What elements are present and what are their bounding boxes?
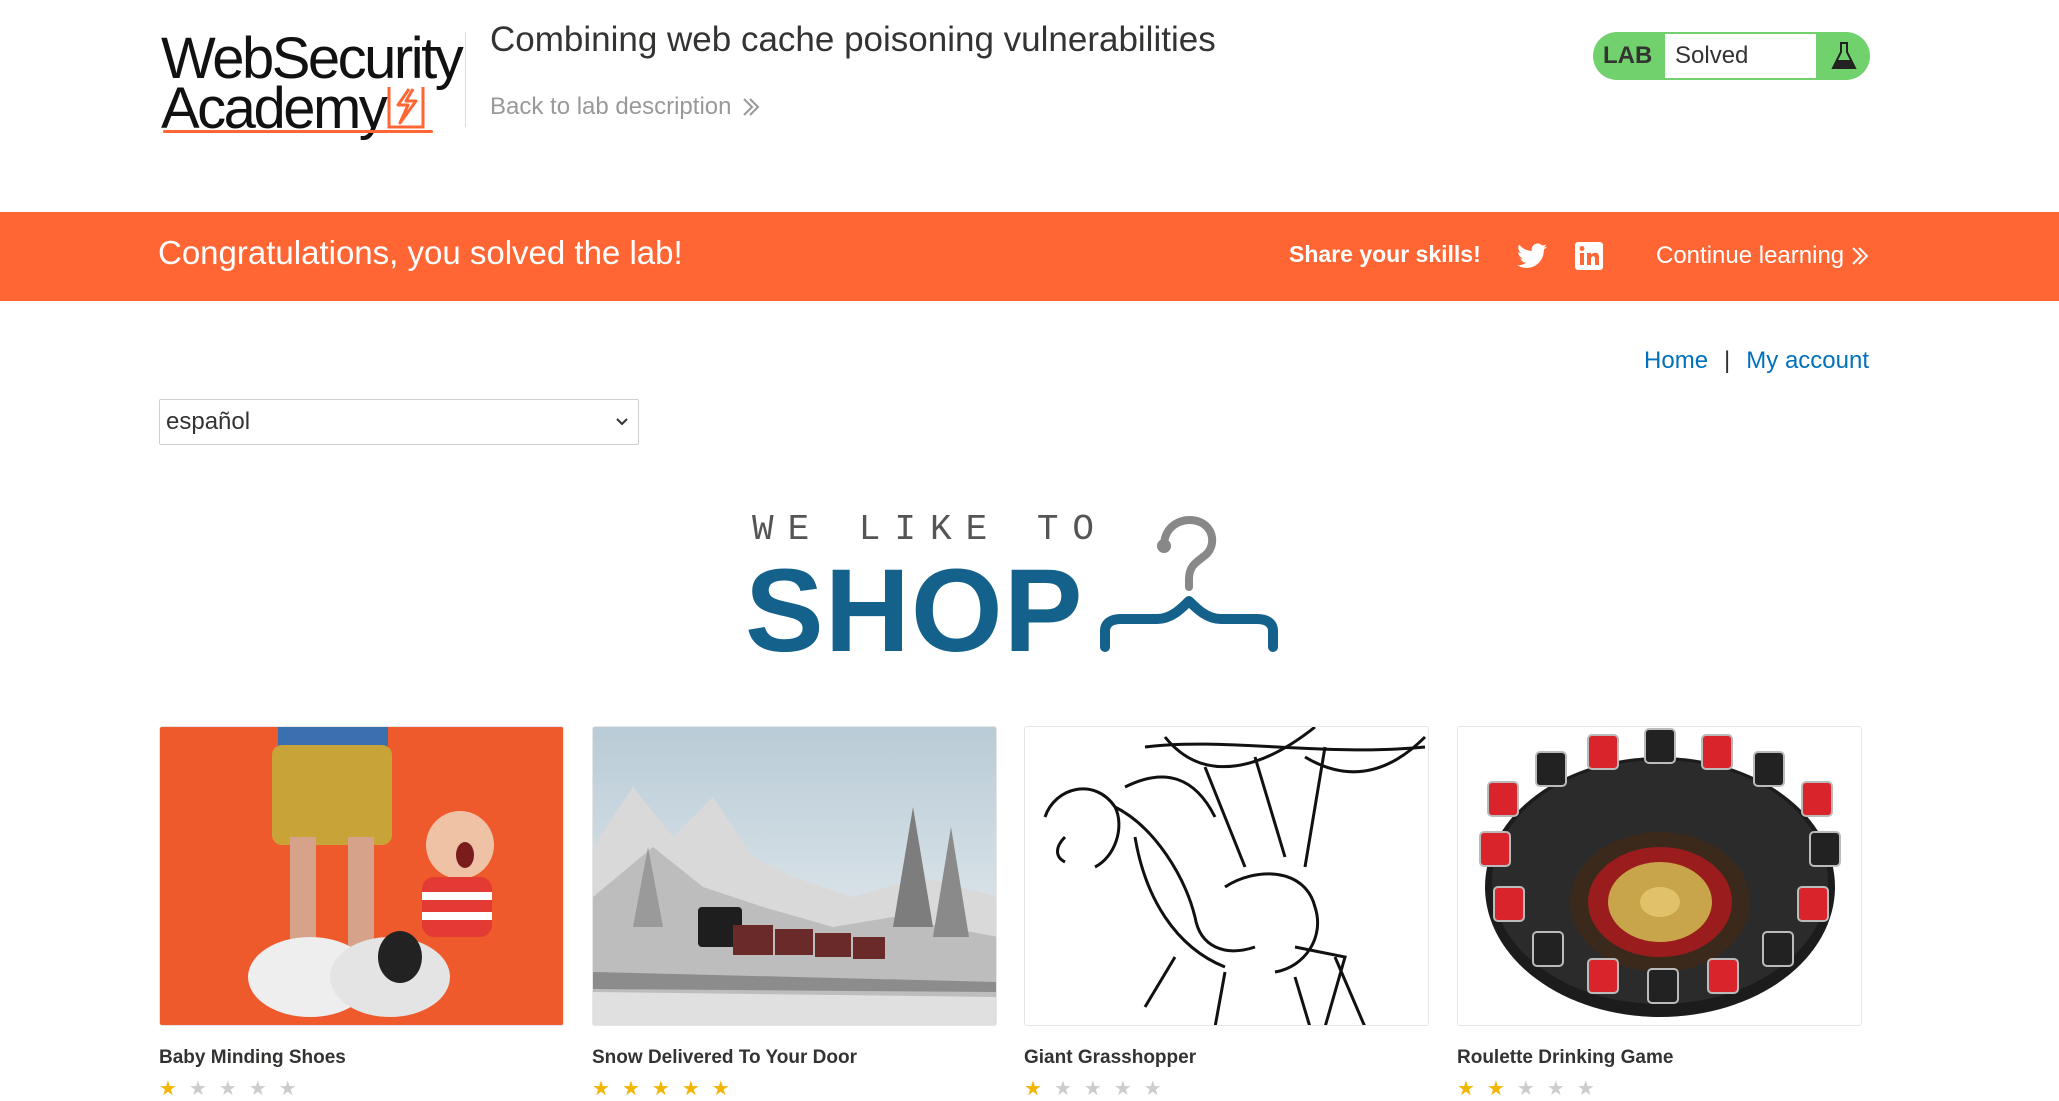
top-navigation: Home | My account <box>1644 347 1869 375</box>
star-icon: ★ <box>1457 1078 1487 1100</box>
product-image-snow-delivered[interactable] <box>592 726 997 1026</box>
star-icon: ★ <box>1083 1078 1114 1100</box>
star-icon: ★ <box>1486 1078 1517 1100</box>
star-icon: ★ <box>159 1078 189 1100</box>
product-rating: ★★★★★ <box>159 1076 309 1101</box>
home-link[interactable]: Home <box>1644 347 1708 375</box>
star-icon: ★ <box>188 1078 219 1100</box>
product-rating: ★★★★★ <box>592 1076 742 1101</box>
nav-separator: | <box>1724 347 1731 374</box>
product-name: Giant Grasshopper <box>1024 1047 1197 1068</box>
product-image-roulette-drinking-game[interactable] <box>1457 726 1862 1026</box>
star-icon: ★ <box>278 1078 309 1100</box>
star-icon: ★ <box>248 1078 279 1100</box>
lab-badge: LAB <box>1603 42 1653 69</box>
solved-message: Congratulations, you solved the lab! <box>158 234 683 271</box>
language-selected-value: español <box>166 408 251 435</box>
shop-wordmark: SHOP <box>745 545 1084 677</box>
star-icon: ★ <box>681 1078 712 1100</box>
star-icon: ★ <box>1143 1078 1174 1100</box>
logo-underline <box>163 130 433 133</box>
web-security-academy-logo[interactable]: WebSecurity Academy <box>161 30 464 140</box>
product-card[interactable]: Baby Minding Shoes ★★★★★ <box>159 726 564 1100</box>
double-chevron-right-icon <box>1852 247 1869 265</box>
product-rating: ★★★★★ <box>1024 1076 1174 1101</box>
star-icon: ★ <box>1546 1078 1577 1100</box>
page-header: WebSecurity Academy Combining web cache … <box>0 0 2059 212</box>
double-chevron-right-icon <box>743 98 760 116</box>
star-icon: ★ <box>651 1078 682 1100</box>
product-card[interactable]: Snow Delivered To Your Door ★★★★★ <box>592 726 997 1100</box>
product-image-baby-minding-shoes[interactable] <box>159 726 564 1026</box>
back-link-label: Back to lab description <box>490 93 732 120</box>
star-icon: ★ <box>1113 1078 1144 1100</box>
coat-hanger-icon <box>1100 516 1278 652</box>
product-card[interactable]: Roulette Drinking Game ★★★★★ <box>1457 726 1862 1100</box>
flask-icon <box>1831 42 1857 69</box>
my-account-link[interactable]: My account <box>1746 347 1869 375</box>
lightning-icon <box>387 87 425 129</box>
lab-status-widget: LAB Solved <box>1593 32 1870 80</box>
back-to-lab-description-link[interactable]: Back to lab description <box>490 93 761 121</box>
product-name: Baby Minding Shoes <box>159 1047 346 1068</box>
linkedin-icon[interactable] <box>1575 242 1603 270</box>
star-icon: ★ <box>1576 1078 1607 1100</box>
product-image-giant-grasshopper[interactable] <box>1024 726 1429 1026</box>
product-card[interactable]: Giant Grasshopper ★★★★★ <box>1024 726 1429 1100</box>
solved-notification-banner: Congratulations, you solved the lab! Sha… <box>0 212 2059 301</box>
star-icon: ★ <box>621 1078 652 1100</box>
header-divider <box>465 32 466 127</box>
language-select[interactable]: español <box>159 399 639 445</box>
product-name: Roulette Drinking Game <box>1457 1047 1674 1068</box>
twitter-icon[interactable] <box>1517 243 1547 269</box>
continue-learning-label: Continue learning <box>1656 242 1845 269</box>
star-icon: ★ <box>218 1078 249 1100</box>
star-icon: ★ <box>711 1078 742 1100</box>
star-icon: ★ <box>1053 1078 1084 1100</box>
product-name: Snow Delivered To Your Door <box>592 1047 857 1068</box>
star-icon: ★ <box>1024 1078 1054 1100</box>
continue-learning-link[interactable]: Continue learning <box>1656 242 1870 270</box>
shop-banner: WE LIKE TO SHOP <box>745 505 1285 677</box>
star-icon: ★ <box>1516 1078 1547 1100</box>
star-icon: ★ <box>592 1078 622 1100</box>
share-skills-label: Share your skills! <box>1289 241 1481 267</box>
chevron-down-icon <box>616 418 628 426</box>
lab-title: Combining web cache poisoning vulnerabil… <box>490 20 1216 59</box>
lab-status-text: Solved <box>1665 34 1816 78</box>
product-rating: ★★★★★ <box>1457 1076 1607 1101</box>
